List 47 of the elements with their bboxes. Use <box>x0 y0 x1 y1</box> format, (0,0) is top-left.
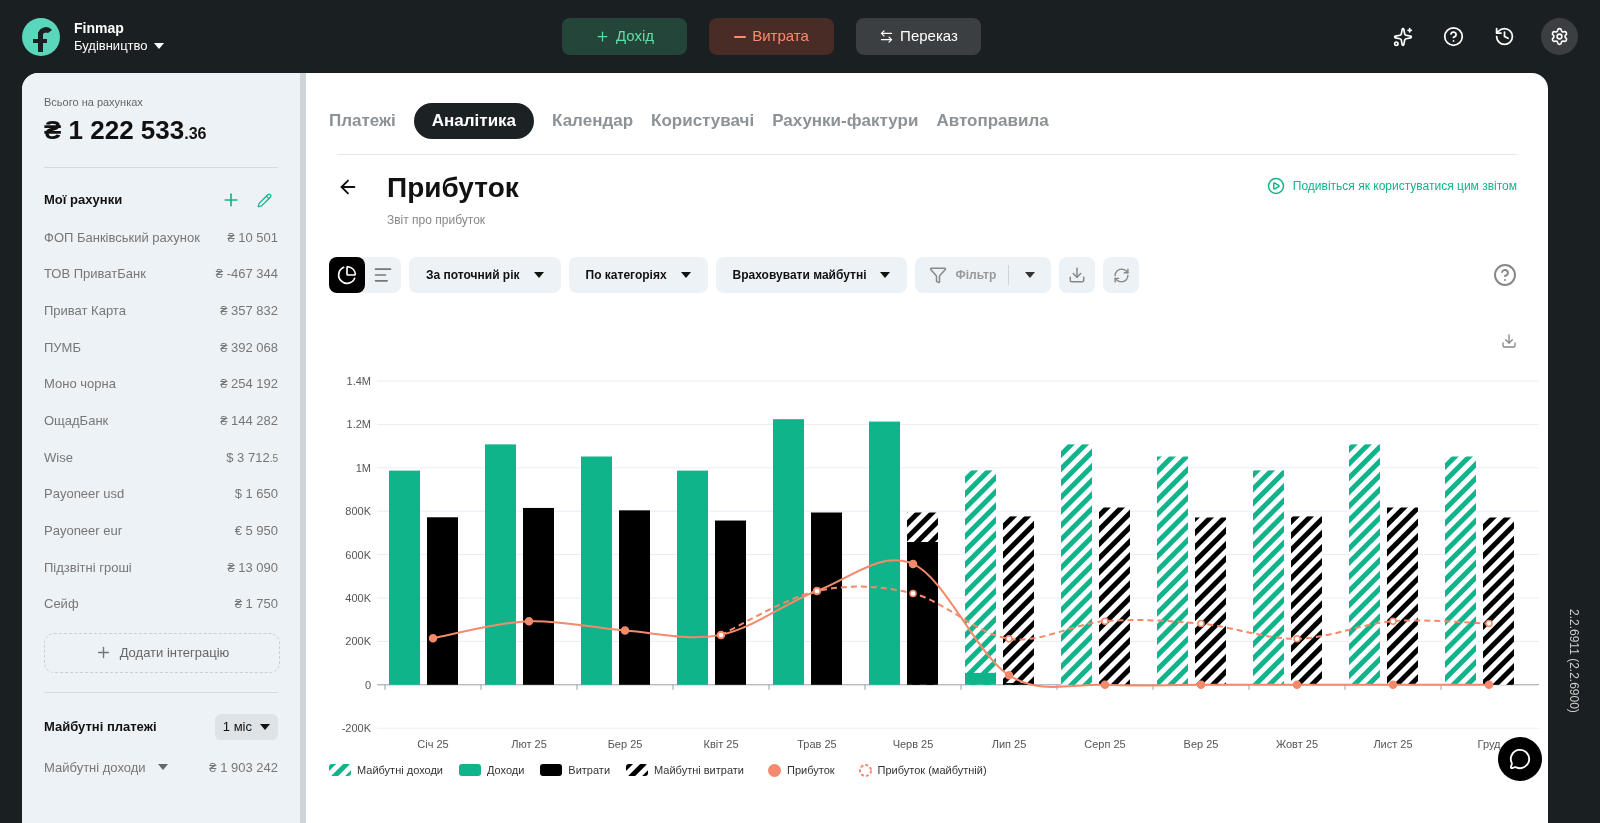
axis-label: Лист 25 <box>1373 738 1413 751</box>
report-subtitle: Звіт про прибуток <box>387 212 487 229</box>
axis-label: Серп 25 <box>1084 738 1126 751</box>
axis-label: Лют 25 <box>511 738 547 751</box>
account-balance: ₴ 144 282 <box>220 412 278 431</box>
future-income-amount: ₴ 1 903 242 <box>209 758 278 777</box>
axis-label: 1M <box>355 461 371 474</box>
axis-label: Вер 25 <box>1183 738 1219 751</box>
axis-label: 1.2M <box>346 418 371 431</box>
future-payments-title: Майбутні платежі <box>44 717 157 736</box>
account-balance: ₴ 254 192 <box>220 375 278 394</box>
legend-label: Майбутні доходи <box>357 762 443 778</box>
account-balance: ₴ 10 501 <box>227 228 278 247</box>
legend-label: Майбутні витрати <box>654 762 744 778</box>
axis-label: Бер 25 <box>607 738 643 751</box>
axis-label: Січ 25 <box>417 738 449 751</box>
legend-label: Доходи <box>486 762 525 778</box>
axis-label: 0 <box>364 678 371 691</box>
total-balance: ₴ 1 222 533.36 <box>44 115 208 147</box>
report-title: Прибуток <box>387 171 520 205</box>
axis-label: Лип 25 <box>991 738 1027 751</box>
account-balance: ₴ 1 750 <box>234 595 278 614</box>
account-balance: ₴ 357 832 <box>220 301 278 320</box>
version-label: 2.2.6911 (2.2.6900) <box>1567 609 1581 713</box>
account-balance: € 5 950 <box>234 522 278 541</box>
account-balance: ₴ 13 090 <box>227 558 278 577</box>
axis-label: Груд <box>1477 738 1501 751</box>
axis-label: Жовт 25 <box>1275 738 1319 751</box>
account-balance: $ 1 650 <box>234 485 278 504</box>
legend-label: Прибуток (майбутній) <box>877 762 987 778</box>
axis-label: Черв 25 <box>892 738 934 751</box>
axis-label: -200K <box>341 722 371 735</box>
axis-label: 200K <box>345 635 371 648</box>
legend-label: Прибуток <box>787 762 835 778</box>
account-balance: ₴ 392 068 <box>220 338 278 357</box>
account-balance: $ 3 712.5 <box>226 448 278 467</box>
axis-label: 1.4M <box>346 375 371 387</box>
axis-label: Квіт 25 <box>703 738 739 751</box>
axis-label: 400K <box>345 592 371 604</box>
accounts-title: Мої рахунки <box>44 191 123 210</box>
account-balance: ₴ -467 344 <box>215 265 278 284</box>
axis-label: Трав 25 <box>797 738 837 751</box>
axis-label: 600K <box>345 548 371 561</box>
axis-label: 800K <box>345 505 371 518</box>
total-label: Всього на рахунках <box>44 95 144 109</box>
app-name: Finmap <box>74 18 125 37</box>
legend-label: Витрати <box>568 762 611 778</box>
